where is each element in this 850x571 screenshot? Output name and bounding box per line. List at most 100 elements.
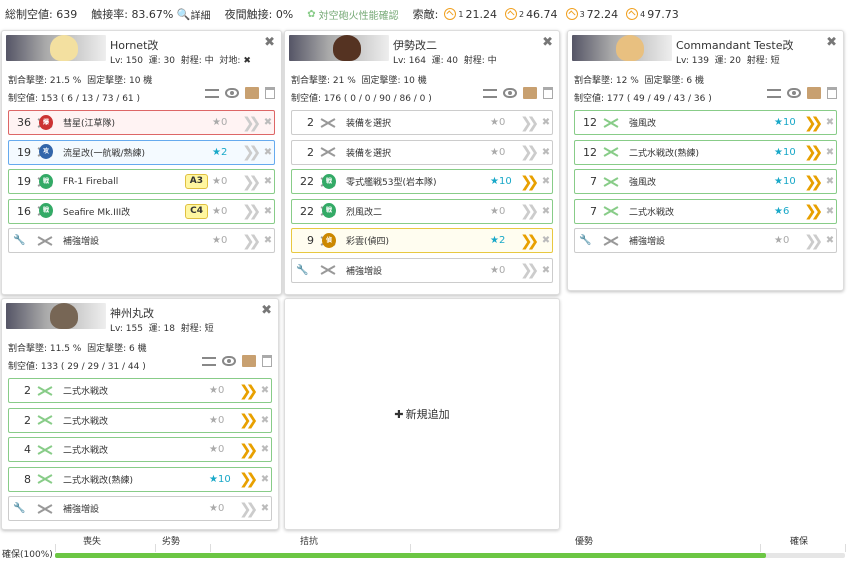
equipment-name[interactable]: 補強増設	[629, 234, 774, 247]
equipment-slot[interactable]: 2 装備を選択 ★0 ❯❯ ✖	[291, 139, 553, 165]
equipment-name[interactable]: Seafire Mk.III改	[63, 205, 185, 218]
search-icon[interactable]: 🔍	[177, 8, 191, 21]
chevron-icon[interactable]: ❯❯	[239, 382, 259, 400]
equipment-name[interactable]: 補強増設	[346, 264, 490, 277]
swap-icon[interactable]	[767, 88, 781, 98]
chevron-icon[interactable]: ❯❯	[242, 114, 262, 132]
remove-icon[interactable]: ✖	[259, 415, 271, 426]
equipment-slot[interactable]: 7 二式水戦改 ★6 ❯❯ ✖	[574, 198, 837, 224]
equipment-name[interactable]: 補強増設	[63, 502, 209, 515]
chevron-icon[interactable]: ❯❯	[520, 173, 540, 191]
chevron-icon[interactable]: ❯❯	[804, 173, 824, 191]
slot-count[interactable]: 12	[575, 116, 597, 129]
improvement-star[interactable]: ★10	[774, 147, 804, 158]
chevron-icon[interactable]: ❯❯	[520, 202, 540, 220]
remove-icon[interactable]: ✖	[262, 206, 274, 217]
equipment-slot[interactable]: 19 戦 FR-1 Fireball A3 ★0 ❯❯ ✖	[8, 169, 275, 195]
slot-count[interactable]: 2	[292, 146, 314, 159]
archive-icon[interactable]	[523, 87, 537, 99]
remove-icon[interactable]: ✖	[540, 206, 552, 217]
eye-icon[interactable]	[225, 88, 239, 98]
equipment-slot[interactable]: 🔧 補強増設 ★0 ❯❯ ✖	[291, 257, 553, 283]
equipment-name[interactable]: 流星改(一航戦/熟練)	[63, 146, 212, 159]
remove-icon[interactable]: ✖	[824, 206, 836, 217]
improvement-star[interactable]: ★0	[212, 206, 242, 217]
add-new-button[interactable]: ✚ 新規追加	[284, 298, 560, 530]
ship-name[interactable]: Commandant Teste改	[676, 37, 794, 53]
chevron-icon[interactable]: ❯❯	[520, 261, 540, 279]
equipment-slot[interactable]: 4 二式水戦改 ★0 ❯❯ ✖	[8, 437, 272, 463]
equipment-slot[interactable]: 🔧 補強増設 ★0 ❯❯ ✖	[8, 496, 272, 522]
improvement-star[interactable]: ★0	[490, 117, 520, 128]
close-icon[interactable]: ✖	[542, 35, 553, 50]
remove-icon[interactable]: ✖	[540, 235, 552, 246]
chevron-icon[interactable]: ❯❯	[804, 202, 824, 220]
chevron-icon[interactable]: ❯❯	[520, 114, 540, 132]
remove-icon[interactable]: ✖	[259, 503, 271, 514]
chevron-icon[interactable]: ❯❯	[242, 143, 262, 161]
equipment-name[interactable]: 烈風改二	[346, 205, 490, 218]
equipment-slot[interactable]: 12 強風改 ★10 ❯❯ ✖	[574, 110, 837, 135]
ship-name[interactable]: Hornet改	[110, 37, 158, 53]
chevron-icon[interactable]: ❯❯	[520, 232, 540, 250]
improvement-star[interactable]: ★10	[774, 176, 804, 187]
improvement-star[interactable]: ★10	[490, 176, 520, 187]
equipment-name[interactable]: 零式艦戦53型(岩本隊)	[346, 175, 490, 188]
eye-icon[interactable]	[787, 88, 801, 98]
ship-portrait[interactable]	[6, 303, 106, 329]
improvement-star[interactable]: ★0	[490, 265, 520, 276]
remove-icon[interactable]: ✖	[540, 265, 552, 276]
improvement-star[interactable]: ★0	[209, 503, 239, 514]
equipment-name[interactable]: 二式水戦改	[63, 414, 209, 427]
slot-count[interactable]: 19	[9, 175, 31, 188]
close-icon[interactable]: ✖	[826, 35, 837, 50]
improvement-star[interactable]: ★0	[774, 235, 804, 246]
equipment-slot[interactable]: 🔧 補強増設 ★0 ❯❯ ✖	[574, 228, 837, 254]
chevron-icon[interactable]: ❯❯	[239, 441, 259, 459]
remove-icon[interactable]: ✖	[262, 147, 274, 158]
eye-icon[interactable]	[222, 356, 236, 366]
equipment-slot[interactable]: 2 装備を選択 ★0 ❯❯ ✖	[291, 110, 553, 135]
archive-icon[interactable]	[245, 87, 259, 99]
remove-icon[interactable]: ✖	[540, 117, 552, 128]
chevron-icon[interactable]: ❯❯	[242, 232, 262, 250]
remove-icon[interactable]: ✖	[540, 176, 552, 187]
ship-portrait[interactable]	[572, 35, 672, 61]
equipment-name[interactable]: 二式水戦改	[63, 384, 209, 397]
slot-count[interactable]: 22	[292, 175, 314, 188]
equipment-name[interactable]: 強風改	[629, 116, 774, 129]
slot-count[interactable]: 36	[9, 116, 31, 129]
slot-count[interactable]: 12	[575, 146, 597, 159]
slot-count[interactable]: 7	[575, 205, 597, 218]
chevron-icon[interactable]: ❯❯	[239, 470, 259, 488]
chevron-icon[interactable]: ❯❯	[242, 202, 262, 220]
improvement-star[interactable]: ★10	[774, 117, 804, 128]
improvement-star[interactable]: ★0	[212, 176, 242, 187]
improvement-star[interactable]: ★2	[490, 235, 520, 246]
improvement-star[interactable]: ★0	[212, 235, 242, 246]
improvement-star[interactable]: ★0	[212, 117, 242, 128]
equipment-slot[interactable]: 🔧 補強増設 ★0 ❯❯ ✖	[8, 228, 275, 254]
equipment-slot[interactable]: 22 戦零式艦戦53型(岩本隊) ★10 ❯❯ ✖	[291, 169, 553, 195]
slot-count[interactable]: 22	[292, 205, 314, 218]
slot-count[interactable]: 8	[9, 473, 31, 486]
improvement-star[interactable]: ★0	[209, 415, 239, 426]
equipment-slot[interactable]: 16 戦 Seafire Mk.III改 C4 ★0 ❯❯ ✖	[8, 198, 275, 224]
improvement-star[interactable]: ★0	[490, 206, 520, 217]
equipment-slot[interactable]: 2 二式水戦改 ★0 ❯❯ ✖	[8, 378, 272, 403]
slot-count[interactable]: 16	[9, 205, 31, 218]
remove-icon[interactable]: ✖	[259, 385, 271, 396]
ship-portrait[interactable]	[6, 35, 106, 61]
close-icon[interactable]: ✖	[264, 35, 275, 50]
remove-icon[interactable]: ✖	[824, 117, 836, 128]
remove-icon[interactable]: ✖	[259, 444, 271, 455]
ship-name[interactable]: 神州丸改	[110, 305, 154, 321]
equipment-name[interactable]: 装備を選択	[346, 146, 490, 159]
chevron-icon[interactable]: ❯❯	[239, 500, 259, 518]
improvement-star[interactable]: ★0	[209, 444, 239, 455]
remove-icon[interactable]: ✖	[824, 147, 836, 158]
improvement-star[interactable]: ★6	[774, 206, 804, 217]
swap-icon[interactable]	[205, 88, 219, 98]
equipment-name[interactable]: 二式水戦改	[63, 443, 209, 456]
ship-portrait[interactable]	[289, 35, 389, 61]
